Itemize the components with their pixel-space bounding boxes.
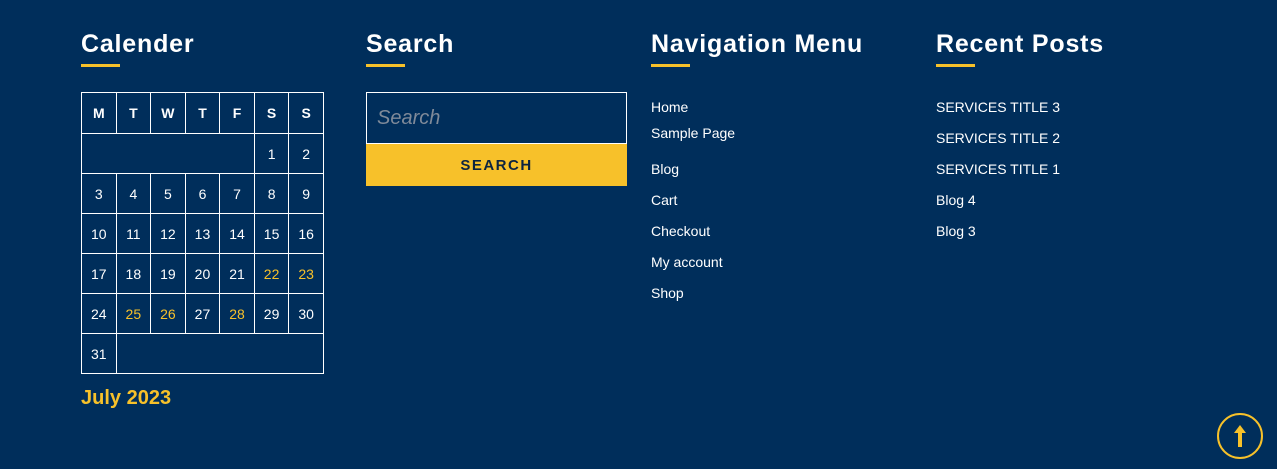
calendar-day-link[interactable]: 26 <box>150 293 186 334</box>
recent-post-link[interactable]: SERVICES TITLE 3 <box>936 99 1060 115</box>
nav-link-checkout[interactable]: Checkout <box>651 223 710 239</box>
calendar-day: 12 <box>150 213 186 254</box>
weekday-header: F <box>219 92 255 134</box>
arrow-up-icon <box>1234 425 1246 447</box>
calendar-day-link[interactable]: 28 <box>219 293 255 334</box>
calendar-month-caption: July 2023 <box>81 387 172 409</box>
calendar-week-row: 3 4 5 6 7 8 9 <box>81 173 324 214</box>
search-button[interactable]: SEARCH <box>366 144 627 186</box>
calendar-day: 17 <box>81 253 117 294</box>
weekday-header-row: M T W T F S S <box>81 92 324 134</box>
title-underline <box>936 64 975 67</box>
list-item: SERVICES TITLE 2 <box>936 130 1060 148</box>
search-widget: Search SEARCH <box>366 30 627 186</box>
calendar-day: 7 <box>219 173 255 214</box>
nav-link-sample-page[interactable]: Sample Page <box>651 125 735 141</box>
recent-post-link[interactable]: SERVICES TITLE 2 <box>936 130 1060 146</box>
list-item: Cart <box>651 192 677 210</box>
calendar-day: 10 <box>81 213 117 254</box>
title-underline <box>366 64 405 67</box>
calendar-day: 2 <box>288 133 324 174</box>
nav-link-cart[interactable]: Cart <box>651 192 677 208</box>
calendar-day: 6 <box>184 173 221 214</box>
weekday-header: T <box>184 92 221 134</box>
calendar-week-row: 24 25 26 27 28 29 30 <box>81 293 324 334</box>
list-item: Home <box>651 99 688 117</box>
weekday-header: W <box>150 92 186 134</box>
calendar-pad-cell <box>115 333 325 374</box>
calendar-day: 8 <box>253 173 290 214</box>
calendar-day-link[interactable]: 23 <box>288 253 324 294</box>
list-item: Blog 3 <box>936 223 976 241</box>
nav-link-shop[interactable]: Shop <box>651 285 684 301</box>
nav-link-blog[interactable]: Blog <box>651 161 679 177</box>
calendar-day: 13 <box>184 213 221 254</box>
weekday-header: M <box>81 92 117 134</box>
calendar-day: 19 <box>150 253 186 294</box>
calendar-day: 3 <box>81 173 117 214</box>
list-item: Shop <box>651 285 684 303</box>
back-to-top-button[interactable] <box>1217 413 1263 459</box>
recent-posts-widget: Recent Posts SERVICES TITLE 3 SERVICES T… <box>936 30 1196 239</box>
calendar-day: 18 <box>115 253 152 294</box>
calendar-day-link[interactable]: 22 <box>253 253 290 294</box>
calendar-week-row: 17 18 19 20 21 22 23 <box>81 253 324 294</box>
list-item: My account <box>651 254 723 272</box>
title-underline <box>651 64 690 67</box>
calendar-widget: Calender M T W T F S S 1 2 3 4 5 6 7 8 9… <box>81 30 325 409</box>
list-item: Blog 4 <box>936 192 976 210</box>
nav-link-home[interactable]: Home <box>651 99 688 115</box>
list-item: SERVICES TITLE 1 <box>936 161 1060 179</box>
recent-posts-title: Recent Posts <box>936 30 1104 58</box>
navigation-menu-widget: Navigation Menu Home Sample Page Blog Ca… <box>651 30 911 301</box>
calendar-day: 11 <box>115 213 152 254</box>
calendar-title: Calender <box>81 30 195 58</box>
calendar-day: 24 <box>81 293 117 334</box>
calendar-week-row: 10 11 12 13 14 15 16 <box>81 213 324 254</box>
recent-post-link[interactable]: Blog 4 <box>936 192 976 208</box>
list-item: SERVICES TITLE 3 <box>936 99 1060 117</box>
calendar-day: 31 <box>81 333 117 374</box>
calendar-day: 4 <box>115 173 152 214</box>
calendar-day: 20 <box>184 253 221 294</box>
calendar-pad-cell <box>81 133 255 174</box>
calendar-table: M T W T F S S 1 2 3 4 5 6 7 8 9 10 11 12… <box>81 92 325 374</box>
title-underline <box>81 64 120 67</box>
calendar-day: 9 <box>288 173 324 214</box>
recent-post-link[interactable]: SERVICES TITLE 1 <box>936 161 1060 177</box>
search-input[interactable] <box>366 92 627 144</box>
weekday-header: S <box>253 92 290 134</box>
calendar-day-link[interactable]: 25 <box>115 293 152 334</box>
calendar-day: 29 <box>253 293 290 334</box>
navigation-title: Navigation Menu <box>651 30 864 58</box>
weekday-header: T <box>115 92 152 134</box>
calendar-day: 16 <box>288 213 324 254</box>
calendar-day: 27 <box>184 293 221 334</box>
list-item: Sample Page <box>651 125 735 143</box>
list-item: Blog <box>651 161 679 179</box>
search-title: Search <box>366 30 455 58</box>
nav-link-my-account[interactable]: My account <box>651 254 723 270</box>
calendar-week-row: 1 2 <box>81 133 324 174</box>
calendar-day: 1 <box>253 133 290 174</box>
list-item: Checkout <box>651 223 710 241</box>
weekday-header: S <box>288 92 324 134</box>
calendar-day: 21 <box>219 253 255 294</box>
calendar-week-row: 31 <box>81 333 325 374</box>
calendar-day: 15 <box>253 213 290 254</box>
recent-post-link[interactable]: Blog 3 <box>936 223 976 239</box>
calendar-day: 30 <box>288 293 324 334</box>
calendar-day: 5 <box>150 173 186 214</box>
calendar-day: 14 <box>219 213 255 254</box>
